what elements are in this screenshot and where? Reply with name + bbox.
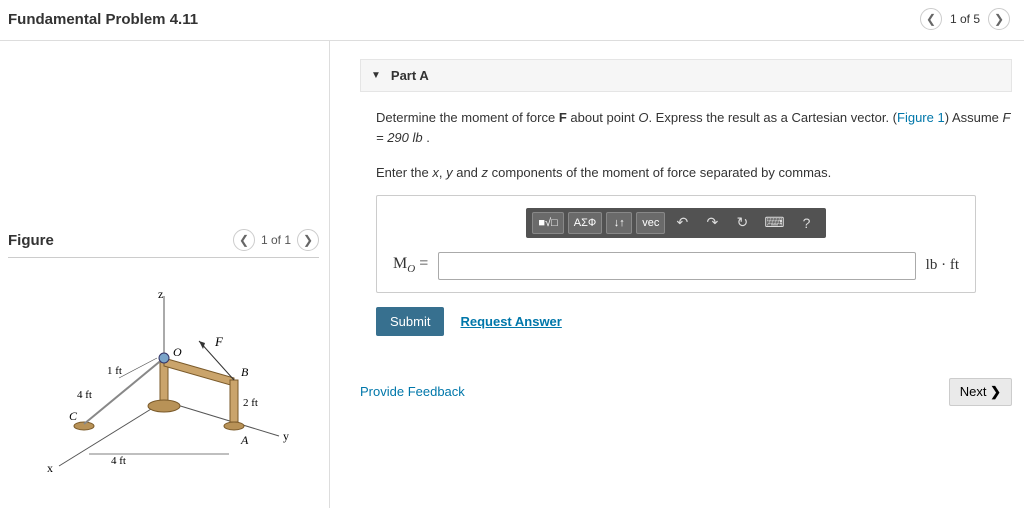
figure-image: z x y	[8, 286, 319, 476]
figure-page-label: 1 of 1	[261, 233, 291, 247]
svg-text:O: O	[173, 345, 182, 359]
keyboard-button[interactable]: ⌨	[759, 212, 789, 234]
figure-pager: ❮ 1 of 1 ❯	[233, 229, 319, 251]
math-toolbar: ■√□ ΑΣФ ↓↑ vec ↶ ↷ ↻ ⌨ ?	[526, 208, 826, 238]
svg-text:F: F	[214, 334, 224, 349]
collapse-icon: ▼	[371, 70, 381, 81]
svg-text:2 ft: 2 ft	[243, 397, 258, 409]
greek-button[interactable]: ΑΣФ	[568, 212, 603, 234]
answer-box: ■√□ ΑΣФ ↓↑ vec ↶ ↷ ↻ ⌨ ? MO = lb · ft	[376, 195, 976, 293]
variable-label: MO =	[393, 255, 428, 275]
svg-text:A: A	[240, 433, 249, 447]
undo-button[interactable]: ↶	[669, 212, 695, 234]
next-problem-button[interactable]: ❯	[988, 8, 1010, 30]
redo-button[interactable]: ↷	[699, 212, 725, 234]
prompt-text: Determine the moment of force F about po…	[376, 108, 1012, 147]
subsup-button[interactable]: ↓↑	[606, 212, 632, 234]
svg-text:1 ft: 1 ft	[107, 365, 122, 377]
submit-button[interactable]: Submit	[376, 307, 444, 336]
provide-feedback-link[interactable]: Provide Feedback	[360, 384, 465, 399]
problem-page-label: 1 of 5	[950, 12, 980, 26]
figure-prev-button[interactable]: ❮	[233, 229, 255, 251]
svg-text:B: B	[241, 365, 249, 379]
answer-input[interactable]	[438, 252, 915, 280]
svg-text:y: y	[283, 429, 289, 443]
problem-pager: ❮ 1 of 5 ❯	[920, 8, 1010, 30]
svg-text:4 ft: 4 ft	[111, 455, 126, 467]
page-title: Fundamental Problem 4.11	[8, 11, 198, 28]
svg-text:z: z	[158, 287, 163, 301]
figure-next-button[interactable]: ❯	[297, 229, 319, 251]
instruction-text: Enter the x, y and z components of the m…	[376, 163, 1012, 183]
next-button[interactable]: Next ❯	[949, 378, 1012, 406]
svg-text:4 ft: 4 ft	[77, 389, 92, 401]
templates-button[interactable]: ■√□	[532, 212, 563, 234]
vec-button[interactable]: vec	[636, 212, 665, 234]
figure-link[interactable]: Figure 1	[897, 110, 945, 125]
unit-label: lb · ft	[926, 257, 959, 274]
part-label: Part A	[391, 68, 429, 83]
svg-text:x: x	[47, 461, 53, 475]
part-header[interactable]: ▼ Part A	[360, 59, 1012, 92]
svg-text:C: C	[69, 409, 78, 423]
prev-problem-button[interactable]: ❮	[920, 8, 942, 30]
reset-button[interactable]: ↻	[729, 212, 755, 234]
figure-heading: Figure	[8, 232, 54, 249]
help-button[interactable]: ?	[794, 212, 820, 234]
request-answer-link[interactable]: Request Answer	[460, 314, 561, 329]
